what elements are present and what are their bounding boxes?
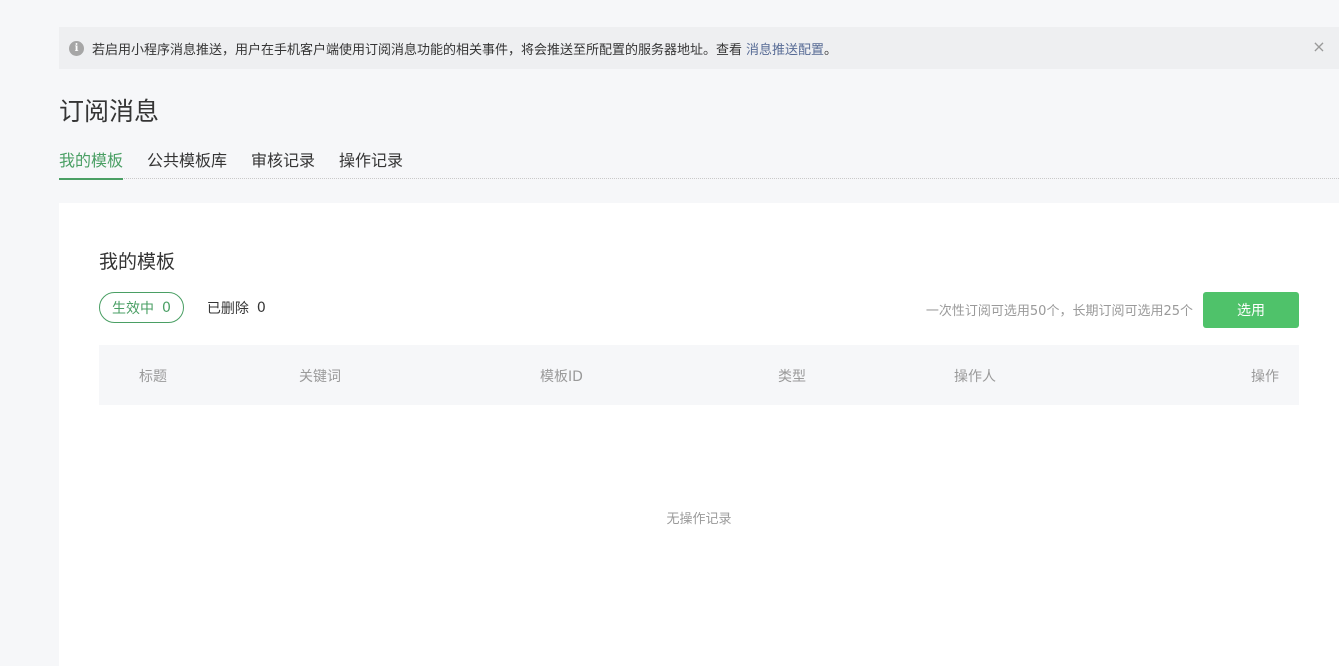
quota-hint: 一次性订阅可选用50个，长期订阅可选用25个 — [925, 304, 1193, 319]
close-icon[interactable]: × — [1311, 39, 1327, 55]
tab-bar: 我的模板 公共模板库 审核记录 操作记录 — [59, 147, 1339, 180]
filter-deleted-count: 0 — [256, 299, 266, 316]
notice-bar: i 若启用小程序消息推送，用户在手机客户端使用订阅消息功能的相关事件，将会推送至… — [59, 27, 1339, 69]
select-button[interactable]: 选用 — [1203, 292, 1299, 328]
notice-text: 若启用小程序消息推送，用户在手机客户端使用订阅消息功能的相关事件，将会推送至所配… — [92, 42, 743, 58]
info-icon: i — [69, 40, 84, 56]
table-header: 标题 关键词 模板ID 类型 操作人 操作 — [99, 345, 1299, 405]
templates-card: 我的模板 生效中 0 已删除 0 一次性订阅可选用50个，长期订阅可选用25个 … — [59, 203, 1339, 666]
push-config-link[interactable]: 消息推送配置 — [746, 39, 824, 58]
notice-suffix: 。 — [824, 42, 838, 58]
filter-active-label: 生效中 — [112, 300, 154, 317]
filter-deleted-label: 已删除 — [206, 300, 249, 317]
tab-review-records[interactable]: 审核记录 — [251, 147, 315, 179]
filter-deleted[interactable]: 已删除 0 — [207, 298, 266, 318]
filter-row: 生效中 0 已删除 0 — [99, 292, 266, 323]
empty-state: 无操作记录 — [666, 512, 732, 527]
filter-active[interactable]: 生效中 0 — [99, 292, 184, 323]
tab-operation-records[interactable]: 操作记录 — [339, 147, 403, 179]
col-type: 类型 — [778, 369, 806, 385]
col-template-id: 模板ID — [540, 369, 583, 385]
tab-public-library[interactable]: 公共模板库 — [147, 147, 227, 179]
col-title: 标题 — [139, 369, 167, 385]
col-keywords: 关键词 — [299, 369, 341, 385]
page: i 若启用小程序消息推送，用户在手机客户端使用订阅消息功能的相关事件，将会推送至… — [0, 0, 1339, 666]
page-title: 订阅消息 — [59, 97, 160, 126]
card-title: 我的模板 — [99, 251, 176, 273]
col-actions: 操作 — [1251, 369, 1279, 385]
filter-active-count: 0 — [162, 299, 171, 316]
tab-my-templates[interactable]: 我的模板 — [59, 147, 124, 180]
col-operator: 操作人 — [954, 369, 996, 385]
